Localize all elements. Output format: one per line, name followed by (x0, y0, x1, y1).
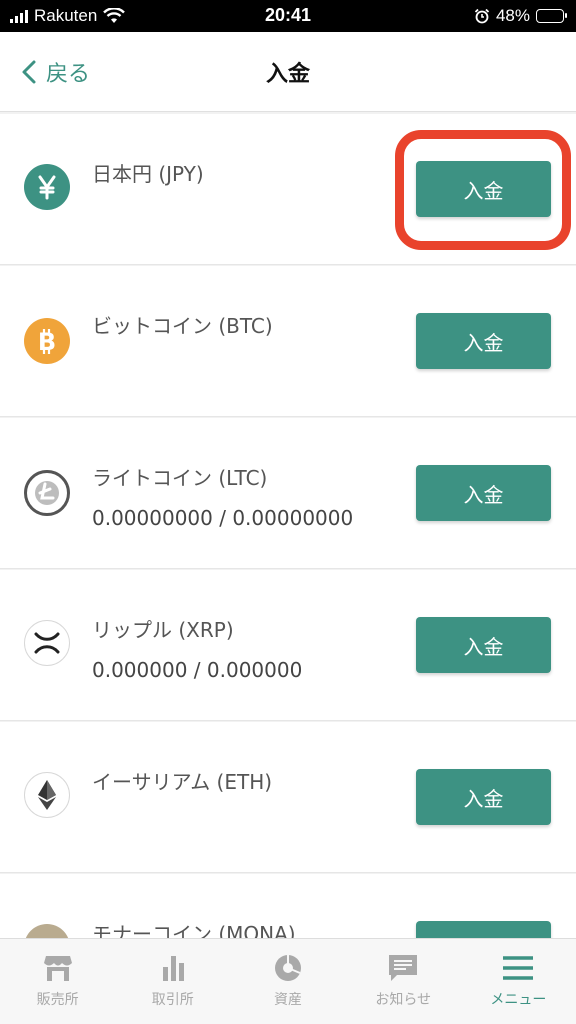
message-icon (389, 955, 418, 981)
menu-icon (503, 956, 534, 980)
coin-balance: 0.000000 / 0.000000 (92, 658, 303, 682)
coin-name: リップル (XRP) (92, 618, 234, 642)
list-item: ライトコイン (LTC) 0.00000000 / 0.00000000 入金 (0, 418, 576, 569)
tab-label: メニュー (490, 992, 547, 1008)
battery-percent: 48% (495, 6, 530, 25)
svg-text:B: B (38, 328, 56, 356)
bitcoin-icon: B (24, 318, 70, 364)
yen-icon (24, 164, 70, 210)
list-item: リップル (XRP) 0.000000 / 0.000000 入金 (0, 570, 576, 721)
tab-exchange[interactable]: 取引所 (115, 939, 230, 1024)
tab-label: 取引所 (151, 992, 194, 1008)
alarm-icon (474, 8, 490, 24)
tab-label: 資産 (274, 992, 302, 1008)
list-item: B ビットコイン (BTC) 入金 (0, 266, 576, 417)
coin-list: 日本円 (JPY) 入金 B ビットコイン (BTC) 入金 ライトコイン (L… (0, 114, 576, 1024)
tab-store[interactable]: 販売所 (0, 939, 115, 1024)
deposit-button-xrp[interactable]: 入金 (416, 617, 551, 673)
tab-label: お知らせ (375, 992, 432, 1008)
ethereum-icon (24, 772, 70, 818)
list-item: イーサリアム (ETH) 入金 (0, 722, 576, 873)
bar-chart-icon (162, 956, 184, 981)
tab-menu[interactable]: メニュー (461, 939, 576, 1024)
coin-name: イーサリアム (ETH) (92, 770, 273, 794)
status-bar: Rakuten 20:41 48% (0, 0, 576, 32)
store-icon (43, 956, 72, 981)
deposit-button-ltc[interactable]: 入金 (416, 465, 551, 521)
litecoin-icon (24, 470, 70, 516)
deposit-button-jpy[interactable]: 入金 (416, 161, 551, 217)
tab-label: 販売所 (36, 992, 79, 1008)
coin-balance: 0.00000000 / 0.00000000 (92, 506, 354, 530)
coin-name: 日本円 (JPY) (92, 162, 204, 186)
page-title: 入金 (265, 62, 310, 87)
tab-assets[interactable]: 資産 (230, 939, 345, 1024)
coin-name: ライトコイン (LTC) (92, 466, 268, 490)
status-right: 48% (474, 6, 567, 26)
deposit-button-eth[interactable]: 入金 (416, 769, 551, 825)
battery-icon (536, 9, 567, 23)
nav-header: 戻る 入金 (0, 32, 576, 112)
deposit-button-btc[interactable]: 入金 (416, 313, 551, 369)
list-item: 日本円 (JPY) 入金 (0, 114, 576, 265)
tab-bar: 販売所 取引所 資産 お知らせ メニュー (0, 938, 576, 1024)
coin-name: ビットコイン (BTC) (92, 314, 273, 338)
ripple-icon (24, 620, 70, 666)
tab-news[interactable]: お知らせ (346, 939, 461, 1024)
pie-chart-icon (275, 955, 301, 981)
